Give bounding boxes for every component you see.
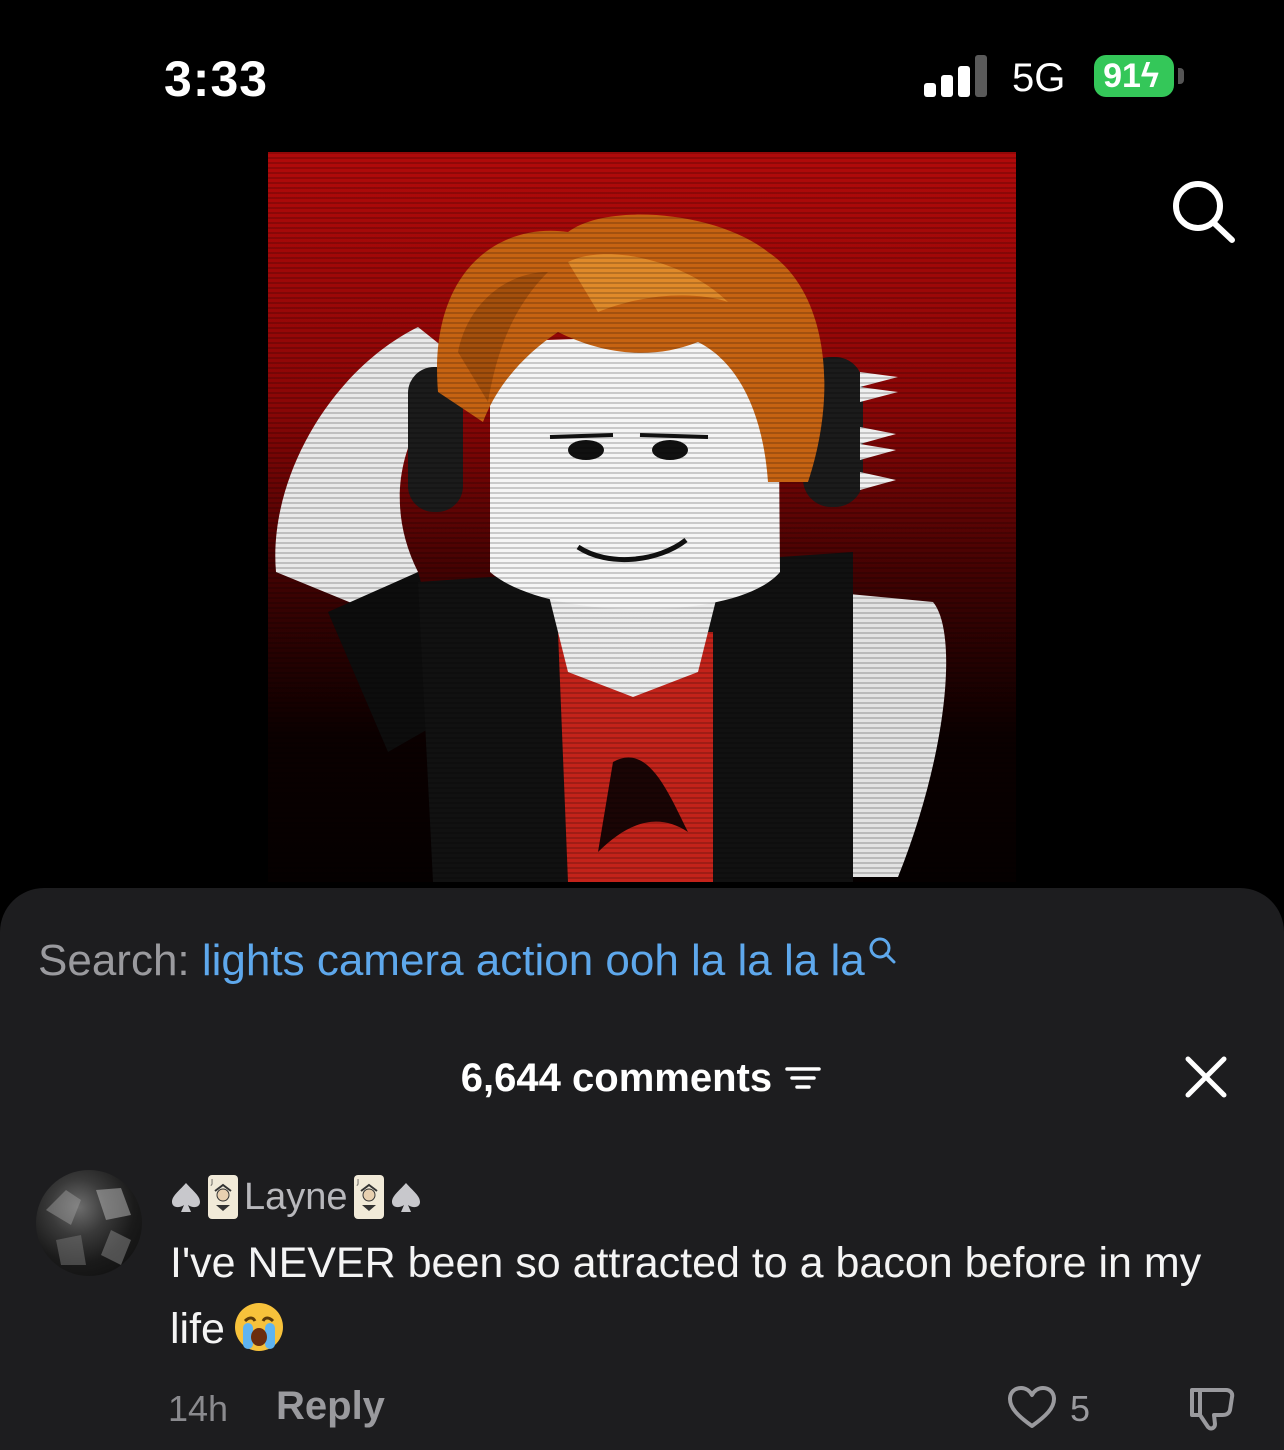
search-icon[interactable] xyxy=(1166,176,1236,246)
search-small-icon xyxy=(869,937,896,964)
comment-author[interactable]: J Layne J xyxy=(170,1172,422,1222)
svg-text:J: J xyxy=(210,1178,213,1186)
avatar[interactable] xyxy=(36,1170,142,1276)
close-icon[interactable] xyxy=(1184,1055,1228,1099)
comments-header: 6,644 comments xyxy=(0,1054,1284,1101)
status-time: 3:33 xyxy=(164,51,269,107)
comment-timestamp: 14h xyxy=(168,1388,229,1429)
svg-text:J: J xyxy=(356,1178,359,1186)
battery-indicator: 91ϟ xyxy=(1094,55,1174,97)
filter-icon[interactable] xyxy=(783,1063,823,1093)
search-query-link[interactable]: lights camera action ooh la la la la xyxy=(202,936,865,985)
comment-text: I've NEVER been so attracted to a bacon … xyxy=(170,1230,1250,1362)
signal-icon xyxy=(924,55,990,97)
dislike-icon[interactable] xyxy=(1186,1384,1238,1432)
search-label: Search: xyxy=(38,936,190,985)
scanline-overlay xyxy=(268,152,1016,882)
spade-icon xyxy=(391,1183,420,1212)
joker-card-icon: J xyxy=(208,1175,238,1219)
comments-count: 6,644 comments xyxy=(460,1055,773,1100)
joker-card-icon: J xyxy=(353,1175,384,1219)
heart-icon[interactable] xyxy=(1006,1384,1058,1430)
network-type: 5G xyxy=(1012,56,1066,100)
spade-icon xyxy=(172,1183,200,1212)
reply-button[interactable]: Reply xyxy=(276,1384,385,1429)
battery-cap xyxy=(1178,68,1184,84)
video-player[interactable] xyxy=(268,152,1016,882)
like-count: 5 xyxy=(1070,1388,1091,1429)
charging-icon: ϟ xyxy=(1140,57,1159,95)
battery-level: 91 xyxy=(1103,57,1141,95)
search-suggestion[interactable]: Search: lights camera action ooh la la l… xyxy=(38,936,897,986)
loudly-crying-face-emoji xyxy=(234,1303,283,1351)
comment-body: I've NEVER been so attracted to a bacon … xyxy=(170,1239,1202,1353)
username[interactable]: Layne xyxy=(244,1176,348,1219)
